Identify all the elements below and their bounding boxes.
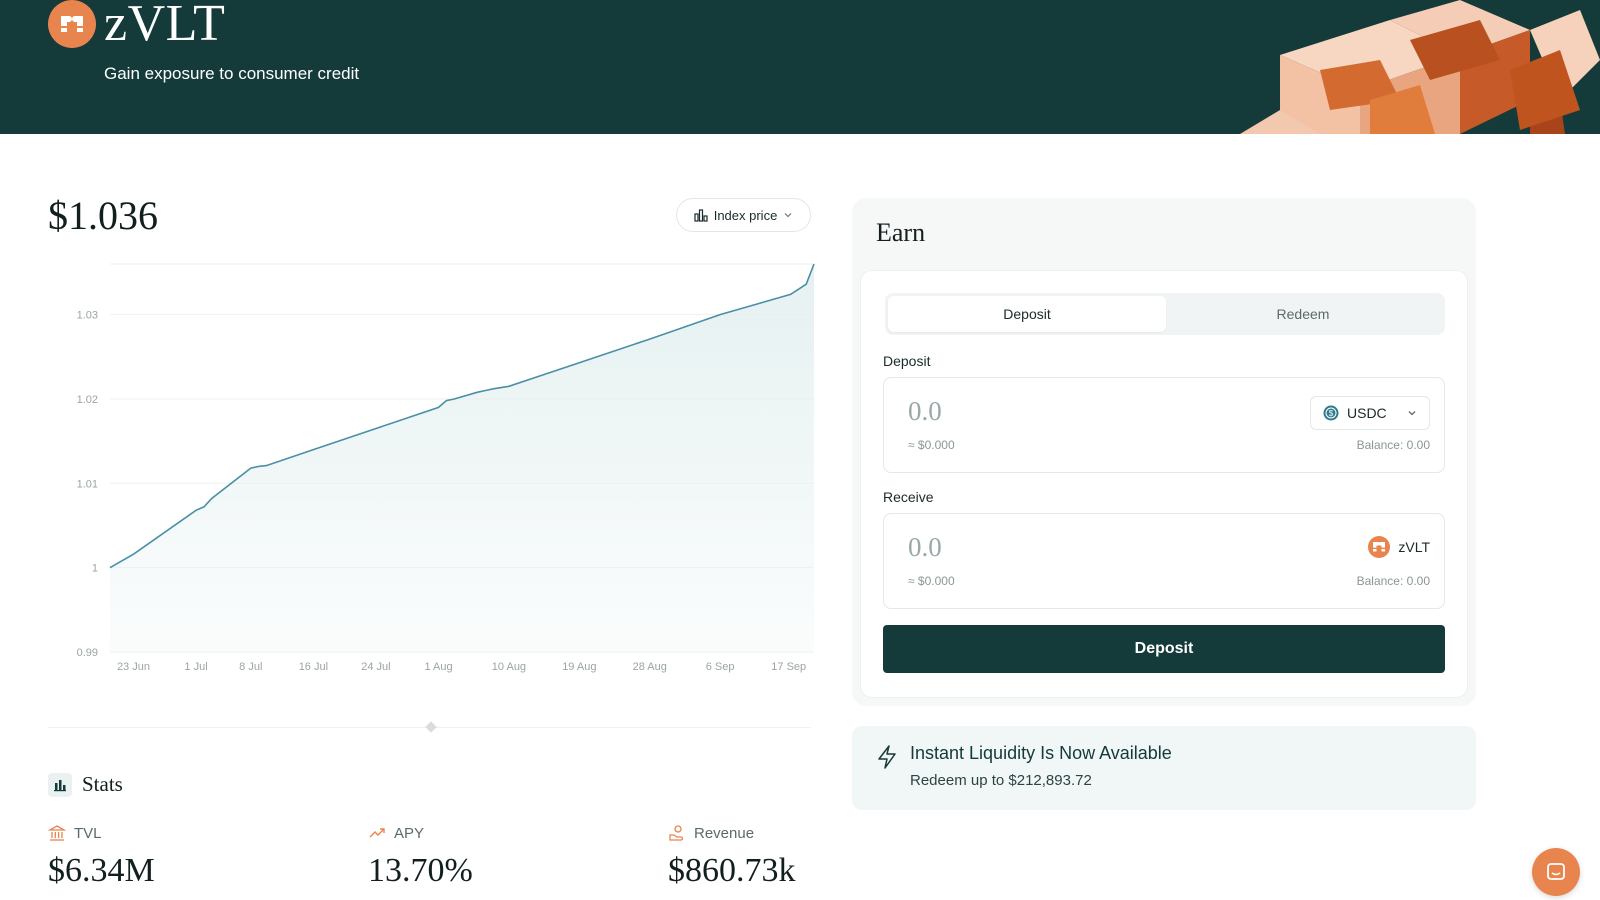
bank-icon [48,825,66,841]
stat-revenue-value: $860.73k [668,852,796,889]
index-price-chart: 0.99 1 1.01 1.02 1.03 23 Jun 1 Jul 8 Jul 16 Jul 2… [77,263,815,673]
tagline: Gain exposure to consumer credit [104,64,360,83]
svg-text:$: $ [1329,409,1334,418]
earn-panel: Earn Deposit Redeem Deposit 0.0 ≈ $0.000… [852,198,1476,706]
chart-y-tick-label: 1.03 [77,310,98,322]
stats-header: Stats [48,772,123,797]
chart-scroll-handle[interactable] [425,721,437,733]
chart-x-tick-label: 8 Jul [239,661,262,673]
coin-hand-icon [669,825,684,841]
chart-x-tick-label: 17 Sep [771,661,806,673]
receive-token: zVLT [1368,536,1430,558]
chart-y-tick-label: 1.02 [77,394,98,406]
index-price-value: $1.036 [48,193,158,238]
zvlt-logo-icon [48,0,96,48]
brand-name: zVLT [104,0,226,52]
usdc-icon: $ [1323,405,1339,421]
deposit-amount-input[interactable]: 0.0 [908,396,942,427]
receive-token-label: zVLT [1398,539,1430,555]
deposit-token-select[interactable]: $ USDC [1310,396,1430,430]
trending-up-icon [369,828,385,838]
deposit-amount-field[interactable]: 0.0 ≈ $0.000 $ USDC Balance: 0.00 [883,377,1445,473]
zvlt-logo-icon [1368,536,1391,558]
lightning-icon [878,745,896,769]
earn-title: Earn [876,218,926,247]
index-price-dropdown[interactable]: Index price [676,198,811,232]
decorative-cubes-art [1240,0,1600,134]
chart-y-tick-label: 0.99 [77,647,98,659]
bar-chart-icon [694,209,708,222]
receive-amount-field: 0.0 ≈ $0.000 zVLT Balance: 0.00 [883,513,1445,609]
chart-y-tick-label: 1 [92,563,98,575]
chart-x-tick-label: 1 Jul [184,661,207,673]
stats-title: Stats [82,772,123,796]
deposit-balance: Balance: 0.00 [1356,438,1430,452]
header-banner: zVLT Gain exposure to consumer credit [0,0,1600,134]
stat-revenue-label: Revenue [694,824,755,842]
instant-liquidity-banner: Instant Liquidity Is Now Available Redee… [852,726,1476,810]
instant-liquidity-subtitle: Redeem up to $212,893.72 [910,772,1092,789]
index-price-label: Index price [713,207,778,223]
stat-apy-value: 13.70% [368,852,473,889]
stat-tvl-label: TVL [74,824,102,842]
chat-icon [1547,863,1565,880]
tab-redeem[interactable]: Redeem [1164,296,1442,332]
stat-tvl-value: $6.34M [48,852,155,889]
instant-liquidity-title: Instant Liquidity Is Now Available [910,743,1172,763]
stats-chart-icon [48,772,72,797]
stat-revenue: Revenue $860.73k [668,824,796,890]
stat-apy: APY 13.70% [368,824,473,890]
deposit-button[interactable]: Deposit [883,625,1445,673]
tab-deposit[interactable]: Deposit [888,296,1166,332]
earn-form: Deposit Redeem Deposit 0.0 ≈ $0.000 $ US… [860,270,1468,698]
chevron-down-icon [1408,411,1416,416]
chart-x-tick-label: 28 Aug [633,661,667,673]
deposit-field-label: Deposit [883,353,931,369]
receive-balance: Balance: 0.00 [1356,574,1430,588]
chat-support-button[interactable] [1532,848,1580,896]
chart-y-tick-label: 1.01 [77,478,98,490]
chart-x-tick-label: 10 Aug [492,661,526,673]
stat-apy-label: APY [394,824,425,842]
chevron-down-icon [784,213,792,218]
chart-x-tick-label: 6 Sep [706,661,735,673]
chart-x-tick-label: 23 Jun [117,661,150,673]
deposit-usd-value: ≈ $0.000 [908,438,955,452]
chart-x-tick-label: 24 Jul [361,661,390,673]
chart-x-tick-label: 16 Jul [299,661,328,673]
receive-usd-value: ≈ $0.000 [908,574,955,588]
receive-field-label: Receive [883,489,934,505]
chart-x-tick-label: 1 Aug [424,661,452,673]
stat-tvl: TVL $6.34M [48,824,155,890]
receive-amount-value: 0.0 [908,532,942,562]
chart-area-fill [110,264,814,652]
deposit-token-label: USDC [1347,405,1387,421]
earn-tabs: Deposit Redeem [885,293,1445,335]
chart-x-tick-label: 19 Aug [562,661,596,673]
